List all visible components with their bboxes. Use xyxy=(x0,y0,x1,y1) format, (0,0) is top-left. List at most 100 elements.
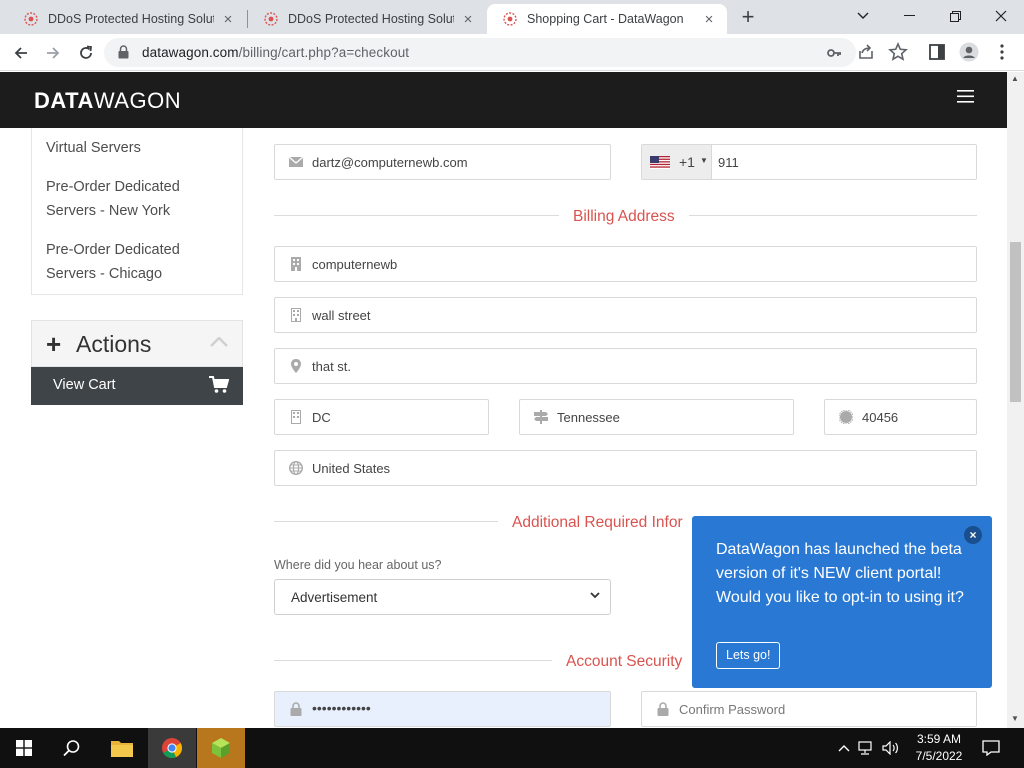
country-code-selector[interactable]: +1 ▼ xyxy=(642,145,712,179)
category-list: Virtual Servers Pre-Order Dedicated Serv… xyxy=(31,128,243,295)
profile-avatar-icon[interactable] xyxy=(959,42,979,62)
chevron-up-icon[interactable] xyxy=(838,744,850,752)
start-button[interactable] xyxy=(0,728,48,768)
chevron-up-icon[interactable] xyxy=(210,337,228,347)
close-popup-icon[interactable]: × xyxy=(964,526,982,544)
postcode-value: 40456 xyxy=(862,410,899,425)
address2-field[interactable]: that st. xyxy=(274,348,977,384)
app-taskbar-button[interactable] xyxy=(197,728,245,768)
company-field[interactable]: computernewb xyxy=(274,246,977,282)
address1-field[interactable]: wall street xyxy=(274,297,977,333)
building-outline-icon xyxy=(291,410,301,424)
password-value: •••••••••••• xyxy=(312,700,371,716)
signpost-icon xyxy=(534,410,548,424)
tab-title: Shopping Cart - DataWagon xyxy=(527,12,684,26)
popup-message: DataWagon has launched the beta version … xyxy=(716,541,964,606)
close-icon xyxy=(995,10,1007,22)
side-panel-icon[interactable] xyxy=(927,42,947,62)
scroll-down-arrow-icon[interactable]: ▼ xyxy=(1011,714,1019,723)
address1-value: wall street xyxy=(312,308,371,323)
share-icon[interactable] xyxy=(856,42,876,62)
map-marker-icon xyxy=(291,359,301,373)
city-value: DC xyxy=(312,410,331,425)
taskbar-clock[interactable]: 3:59 AM 7/5/2022 xyxy=(904,731,974,765)
reload-button[interactable] xyxy=(73,40,99,66)
chevron-down-icon xyxy=(590,592,600,599)
shopping-cart-icon xyxy=(209,376,229,393)
country-field[interactable]: United States xyxy=(274,450,977,486)
account-security-heading: Account Security xyxy=(552,653,697,671)
additional-info-heading: Additional Required Infor xyxy=(498,514,697,532)
browser-tab-3-active[interactable]: Shopping Cart - DataWagon × xyxy=(487,4,727,34)
postcode-field[interactable]: 40456 xyxy=(824,399,977,435)
restore-icon xyxy=(949,10,961,22)
confirm-password-field[interactable]: Confirm Password xyxy=(641,691,977,727)
close-tab-icon[interactable]: × xyxy=(220,11,236,28)
system-tray xyxy=(838,728,900,768)
browser-toolbar: datawagon.com/billing/cart.php?a=checkou… xyxy=(0,34,1024,71)
building-outline-icon xyxy=(291,308,301,322)
scrollbar-thumb[interactable] xyxy=(1010,242,1021,402)
tab-search-button[interactable] xyxy=(840,0,886,32)
new-tab-button[interactable]: + xyxy=(736,6,760,30)
sidebar-item-preorder-new-york[interactable]: Pre-Order Dedicated Servers - New York xyxy=(46,175,206,223)
state-field[interactable]: Tennessee xyxy=(519,399,794,435)
lets-go-button[interactable]: Lets go! xyxy=(716,642,781,669)
bookmark-star-icon[interactable] xyxy=(888,42,908,62)
hamburger-menu-icon[interactable] xyxy=(957,90,974,103)
site-header: DATAWAGON xyxy=(0,72,1007,128)
globe-icon xyxy=(289,461,303,475)
address-bar[interactable]: datawagon.com/billing/cart.php?a=checkou… xyxy=(104,38,856,67)
file-explorer-button[interactable] xyxy=(98,728,146,768)
chevron-down-icon xyxy=(857,12,869,19)
sidebar-item-preorder-chicago[interactable]: Pre-Order Dedicated Servers - Chicago xyxy=(46,238,206,286)
kebab-menu-icon[interactable] xyxy=(992,42,1012,62)
notification-center-button[interactable] xyxy=(982,728,1000,768)
email-field[interactable]: dartz@computernewb.com xyxy=(274,144,611,180)
network-icon[interactable] xyxy=(858,741,874,755)
sidebar-item-virtual-servers[interactable]: Virtual Servers xyxy=(46,136,141,160)
page-scrollbar[interactable]: ▲ ▼ xyxy=(1007,72,1024,728)
company-value: computernewb xyxy=(312,257,398,272)
arrow-right-icon xyxy=(47,47,60,59)
datawagon-logo[interactable]: DATAWAGON xyxy=(34,88,181,114)
building-icon xyxy=(291,257,301,271)
chrome-taskbar-button[interactable] xyxy=(148,728,196,768)
tab-title: DDoS Protected Hosting Solutio xyxy=(288,12,454,26)
state-value: Tennessee xyxy=(557,410,620,425)
view-cart-label: View Cart xyxy=(53,377,116,393)
cube-app-icon xyxy=(212,738,230,758)
close-tab-icon[interactable]: × xyxy=(701,11,717,28)
restore-button[interactable] xyxy=(932,0,978,32)
us-flag-icon xyxy=(650,156,670,169)
clock-time: 3:59 AM xyxy=(916,732,962,746)
certificate-icon xyxy=(839,410,853,424)
minimize-icon xyxy=(903,15,915,16)
browser-tab-2[interactable]: DDoS Protected Hosting Solutio × xyxy=(248,4,486,34)
clock-date: 7/5/2022 xyxy=(915,749,963,763)
datawagon-favicon-icon xyxy=(503,12,517,26)
chrome-icon xyxy=(162,738,183,759)
scroll-up-arrow-icon[interactable]: ▲ xyxy=(1011,74,1019,83)
close-tab-icon[interactable]: × xyxy=(460,11,476,28)
arrow-left-icon xyxy=(14,47,27,59)
phone-value: 911 xyxy=(718,155,739,170)
volume-icon[interactable] xyxy=(882,741,900,755)
password-field[interactable]: •••••••••••• xyxy=(274,691,611,727)
back-button[interactable] xyxy=(8,40,34,66)
browser-tab-1[interactable]: DDoS Protected Hosting Solutio × xyxy=(8,4,246,34)
close-window-button[interactable] xyxy=(978,0,1024,32)
forward-button[interactable] xyxy=(40,40,66,66)
heard-about-select[interactable]: Advertisement xyxy=(274,579,611,615)
browser-tab-strip: DDoS Protected Hosting Solutio × DDoS Pr… xyxy=(0,0,1024,34)
billing-address-heading: Billing Address xyxy=(559,208,689,226)
key-icon[interactable] xyxy=(826,45,842,61)
reload-icon xyxy=(80,45,93,59)
actions-panel-header[interactable]: + Actions xyxy=(31,320,243,367)
city-field[interactable]: DC xyxy=(274,399,489,435)
phone-field[interactable]: +1 ▼ 911 xyxy=(641,144,977,180)
view-cart-link[interactable]: View Cart xyxy=(31,367,243,405)
datawagon-favicon-icon xyxy=(264,12,278,26)
search-button[interactable] xyxy=(48,728,96,768)
minimize-button[interactable] xyxy=(886,0,932,32)
